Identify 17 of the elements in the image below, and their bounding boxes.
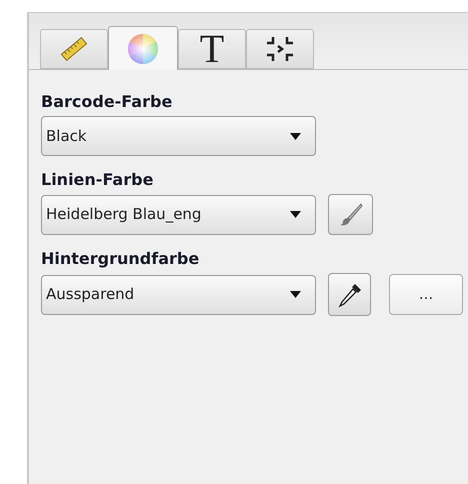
dropdown-arrow-icon [290, 291, 301, 298]
tab-label: T [200, 29, 224, 69]
tab[interactable]: T [178, 29, 246, 69]
more-button[interactable]: ... [389, 274, 463, 315]
field-label: Hintergrundfarbe [41, 249, 200, 269]
tab[interactable] [246, 29, 314, 69]
dropdown[interactable]: Black [41, 116, 316, 156]
compress-icon [264, 35, 296, 63]
dropdown[interactable]: Aussparend [41, 274, 316, 314]
field-label: Linien-Farbe [41, 170, 154, 190]
color-wheel-icon [127, 32, 159, 64]
dropdown-arrow-icon [290, 211, 301, 218]
field-label: Barcode-Farbe [41, 92, 174, 112]
dropdown[interactable]: Heidelberg Blau_eng [41, 194, 316, 234]
brush-button[interactable] [328, 194, 373, 235]
eyedropper-button[interactable] [328, 273, 371, 316]
dropdown-arrow-icon [290, 132, 301, 140]
